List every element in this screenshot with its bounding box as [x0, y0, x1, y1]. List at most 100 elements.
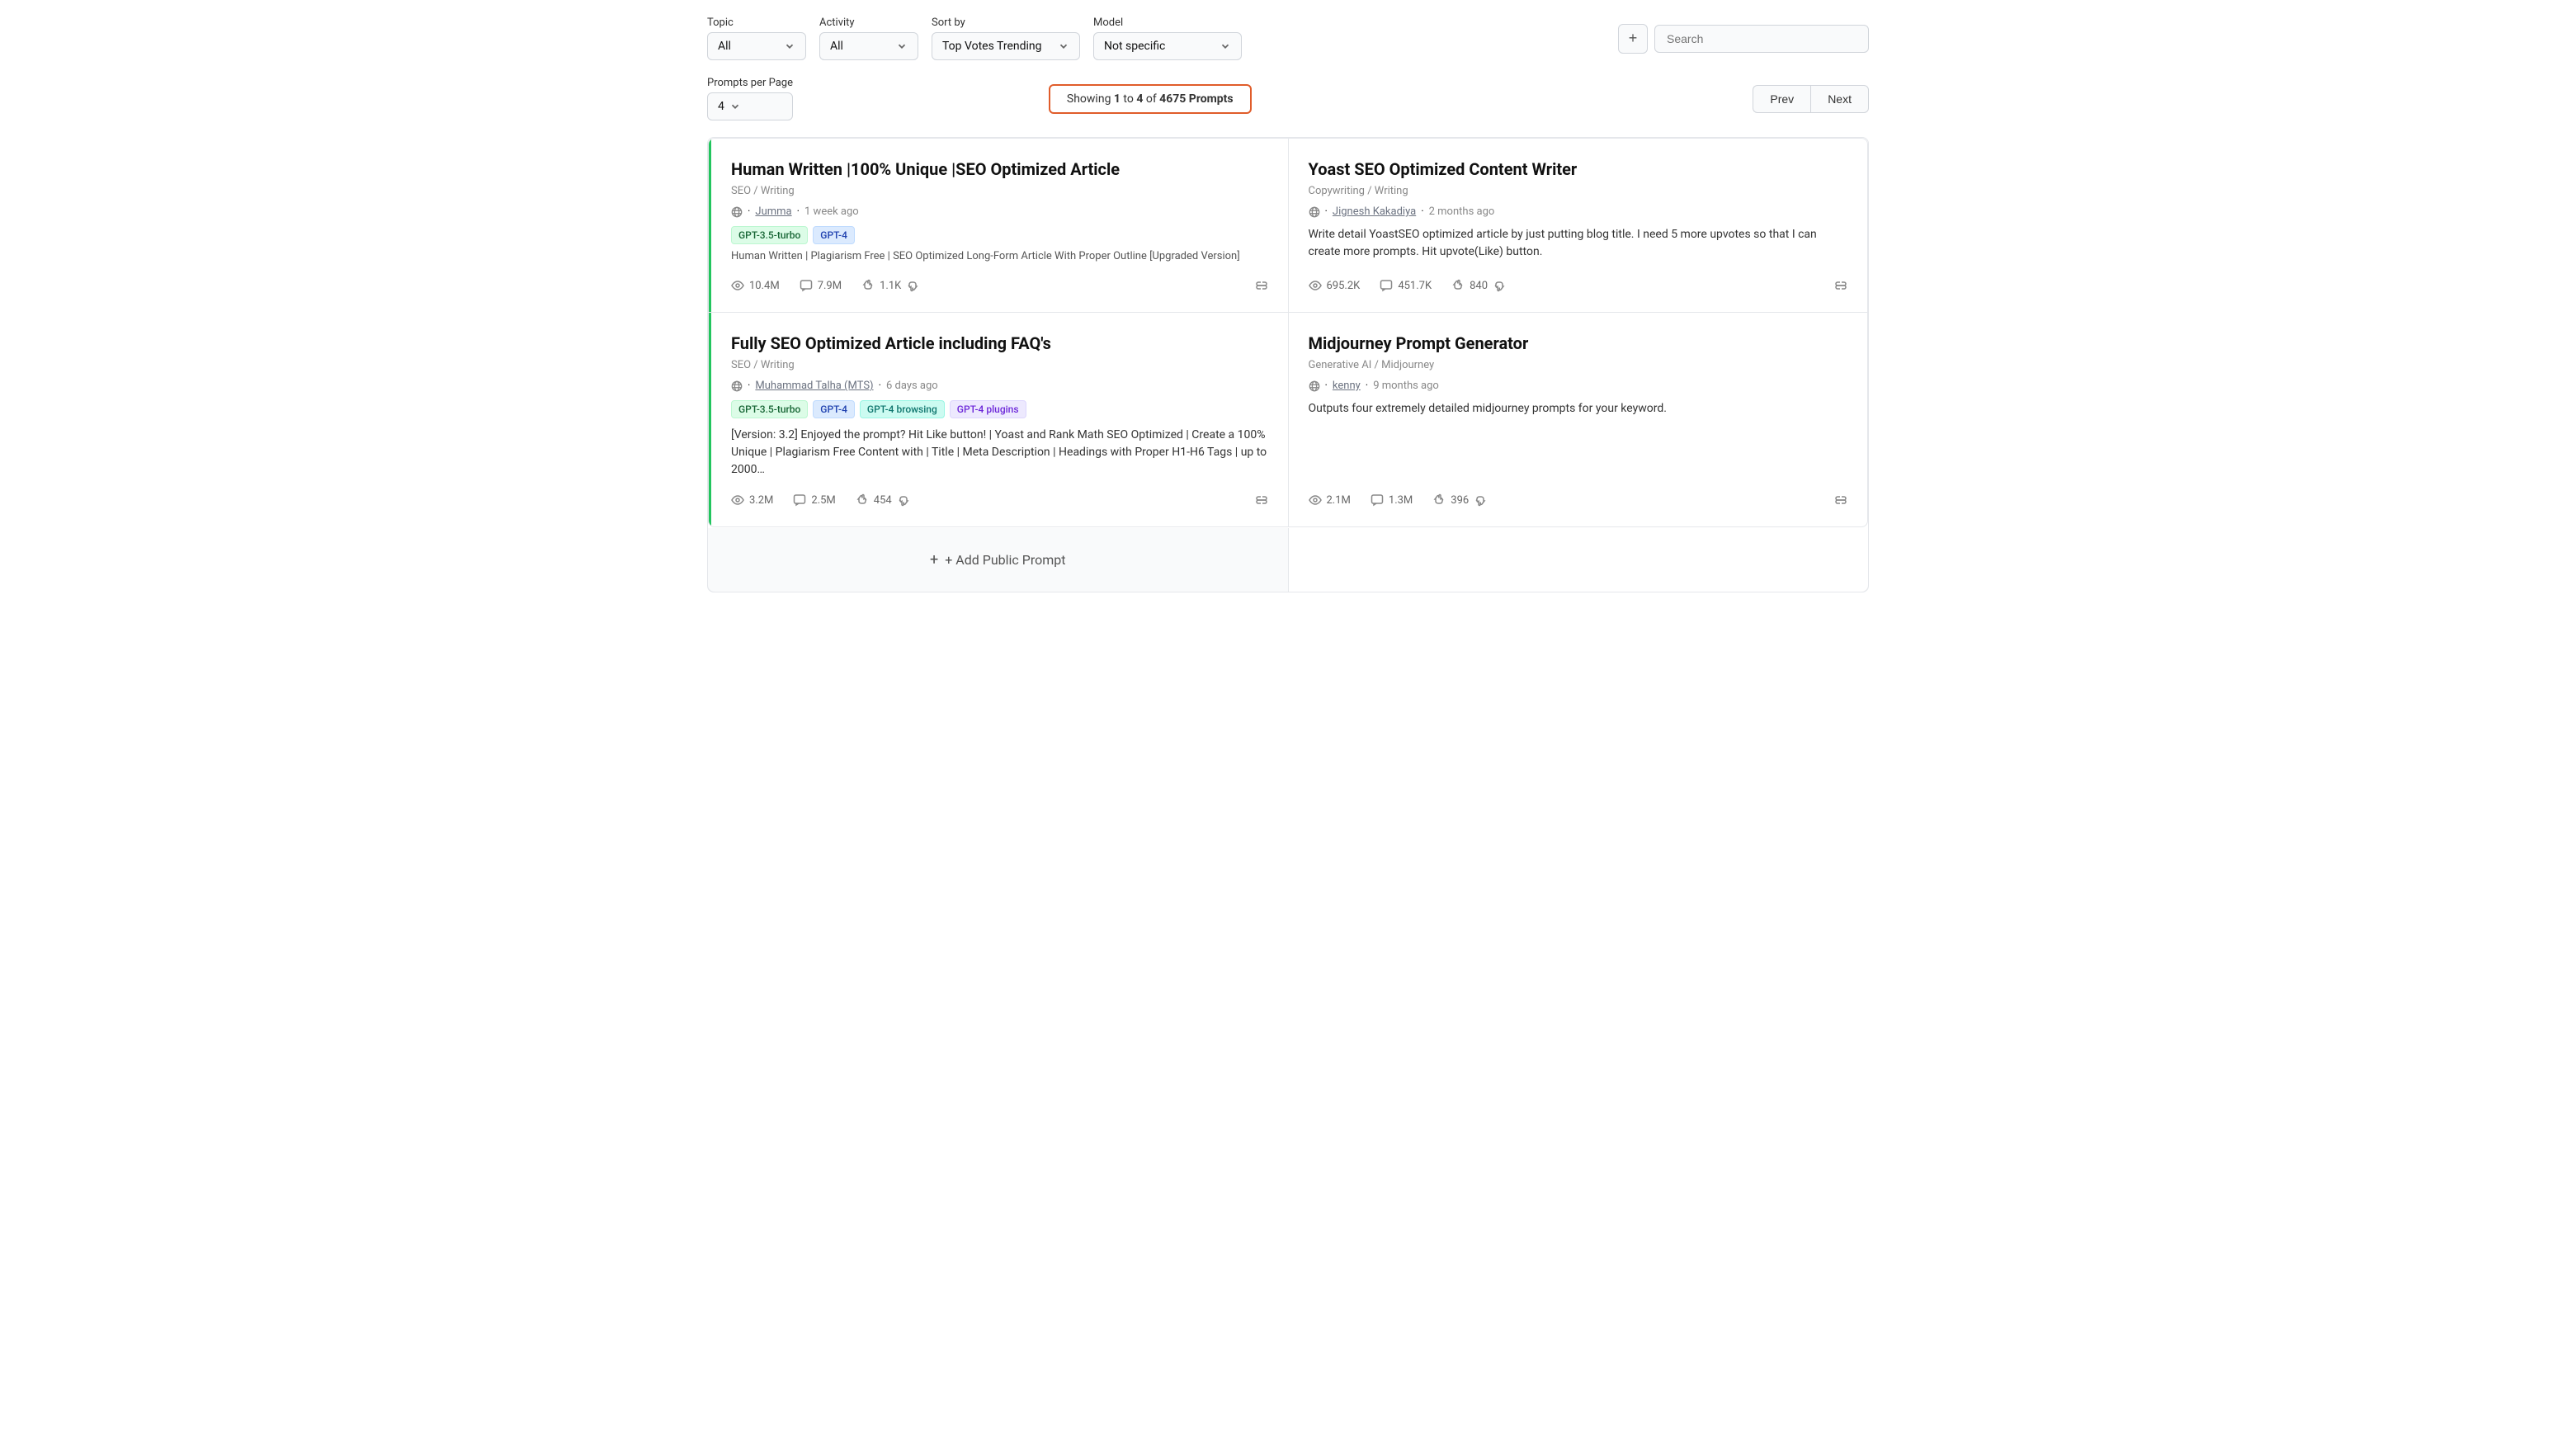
card-3-tag-1: GPT-4	[813, 400, 855, 418]
sortby-value: Top Votes Trending	[942, 40, 1053, 53]
card-3-time: 6 days ago	[886, 380, 938, 392]
empty-right-section	[1289, 528, 1869, 592]
prev-button[interactable]: Prev	[1753, 85, 1810, 113]
card-1-tag-1: GPT-4	[813, 226, 855, 244]
card-1-category: SEO / Writing	[731, 185, 1268, 197]
showing-pre: Showing	[1067, 92, 1114, 106]
card-3-views: 3.2M	[731, 493, 773, 507]
card-2-time: 2 months ago	[1429, 205, 1495, 218]
card-2-comments-icon	[1380, 279, 1393, 292]
card-2-likes: 840	[1451, 279, 1506, 292]
card-3-author: · Muhammad Talha (MTS) · 6 days ago	[731, 380, 1268, 392]
card-3-dislike-icon	[897, 493, 910, 507]
card-2-category: Copywriting / Writing	[1309, 185, 1848, 197]
card-2-views-val: 695.2K	[1327, 280, 1361, 292]
per-page-chevron-icon	[729, 101, 741, 112]
activity-label: Activity	[819, 17, 918, 29]
card-3-tag-2: GPT-4 browsing	[860, 400, 945, 418]
sortby-filter-group: Sort by Top Votes Trending	[932, 17, 1080, 60]
card-2-views-icon	[1309, 279, 1322, 292]
search-input[interactable]	[1654, 25, 1869, 53]
add-button[interactable]: +	[1618, 24, 1648, 54]
card-3-tag-0: GPT-3.5-turbo	[731, 400, 808, 418]
per-page-select[interactable]: 4	[707, 92, 793, 120]
card-3-globe-icon	[731, 380, 743, 392]
card-1-likes-icon	[861, 279, 875, 292]
search-group: +	[1618, 24, 1869, 54]
card-1-globe-icon	[731, 206, 743, 218]
add-prompt-section[interactable]: + + Add Public Prompt	[708, 528, 1288, 592]
card-2-link-icon	[1834, 279, 1847, 292]
card-2-comments: 451.7K	[1380, 279, 1432, 292]
card-3-author-link[interactable]: Muhammad Talha (MTS)	[755, 380, 873, 392]
card-3-title: Fully SEO Optimized Article including FA…	[731, 333, 1268, 354]
showing-badge: Showing 1 to 4 of 4675 Prompts	[1049, 84, 1252, 114]
card-4-author-link[interactable]: kenny	[1333, 380, 1361, 392]
card-2-link[interactable]	[1834, 279, 1847, 292]
card-4-likes: 396	[1432, 493, 1487, 507]
card-4-globe-icon	[1309, 380, 1320, 392]
bottom-row: + + Add Public Prompt	[708, 528, 1868, 592]
card-4-stats: 2.1M 1.3M 396	[1309, 487, 1848, 507]
card-2-dislike-icon	[1493, 279, 1506, 292]
card-1-tags: GPT-3.5-turbo GPT-4 Human Written | Plag…	[731, 226, 1268, 264]
showing-prompts: Prompts	[1189, 92, 1234, 106]
per-page-group: Prompts per Page 4	[707, 77, 793, 120]
card-1-views: 10.4M	[731, 279, 780, 292]
card-4-time: 9 months ago	[1373, 380, 1439, 392]
card-3-likes-val: 454	[874, 494, 892, 507]
prompt-card-1: Human Written |100% Unique |SEO Optimize…	[709, 139, 1288, 312]
card-4-link-icon	[1834, 493, 1847, 507]
topic-value: All	[718, 40, 779, 53]
card-2-description: Write detail YoastSEO optimized article …	[1309, 226, 1848, 261]
cards-container: Human Written |100% Unique |SEO Optimize…	[707, 137, 1869, 592]
card-4-comments-icon	[1371, 493, 1384, 507]
card-3-tags: GPT-3.5-turbo GPT-4 GPT-4 browsing GPT-4…	[731, 400, 1268, 418]
card-1-author: · Jumma · 1 week ago	[731, 205, 1268, 218]
filter-row: Topic All Activity All Sort by Top Votes…	[707, 17, 1869, 60]
card-1-likes: 1.1K	[861, 279, 919, 292]
model-select[interactable]: Not specific	[1093, 32, 1242, 60]
card-2-likes-val: 840	[1470, 280, 1488, 292]
sortby-select[interactable]: Top Votes Trending	[932, 32, 1080, 60]
model-filter-group: Model Not specific	[1093, 17, 1242, 60]
card-3-dot2: ·	[879, 380, 881, 392]
card-1-views-icon	[731, 279, 744, 292]
card-2-author: · Jignesh Kakadiya · 2 months ago	[1309, 205, 1848, 218]
activity-select[interactable]: All	[819, 32, 918, 60]
showing-to-text: to	[1121, 92, 1136, 106]
topic-chevron-icon	[784, 40, 795, 52]
card-4-dot: ·	[1325, 380, 1328, 392]
card-4-views-val: 2.1M	[1327, 494, 1351, 507]
card-1-link-icon	[1255, 279, 1268, 292]
topic-select[interactable]: All	[707, 32, 806, 60]
showing-total: 4675	[1159, 92, 1186, 106]
card-1-likes-val: 1.1K	[880, 280, 901, 292]
card-4-comments: 1.3M	[1371, 493, 1413, 507]
card-1-views-val: 10.4M	[749, 280, 780, 292]
card-1-author-link[interactable]: Jumma	[755, 205, 791, 218]
card-1-comments-val: 7.9M	[818, 280, 842, 292]
sortby-label: Sort by	[932, 17, 1080, 29]
card-3-comments-icon	[793, 493, 806, 507]
card-2-likes-icon	[1451, 279, 1465, 292]
next-button[interactable]: Next	[1810, 85, 1869, 113]
model-label: Model	[1093, 17, 1242, 29]
card-3-likes-icon	[856, 493, 869, 507]
card-3-link[interactable]	[1255, 493, 1268, 507]
card-1-dislike-icon	[906, 279, 919, 292]
card-2-stats: 695.2K 451.7K 840	[1309, 272, 1848, 292]
card-4-comments-val: 1.3M	[1389, 494, 1413, 507]
card-4-views-icon	[1309, 493, 1322, 507]
card-2-author-link[interactable]: Jignesh Kakadiya	[1333, 205, 1416, 218]
card-4-description: Outputs four extremely detailed midjourn…	[1309, 400, 1848, 418]
card-4-title: Midjourney Prompt Generator	[1309, 333, 1848, 354]
card-1-comments: 7.9M	[800, 279, 842, 292]
card-4-link[interactable]	[1834, 493, 1847, 507]
card-1-dot: ·	[748, 205, 750, 218]
card-1-link[interactable]	[1255, 279, 1268, 292]
card-3-likes: 454	[856, 493, 910, 507]
card-3-views-icon	[731, 493, 744, 507]
card-2-dot: ·	[1325, 205, 1328, 218]
card-2-dot2: ·	[1421, 205, 1423, 218]
